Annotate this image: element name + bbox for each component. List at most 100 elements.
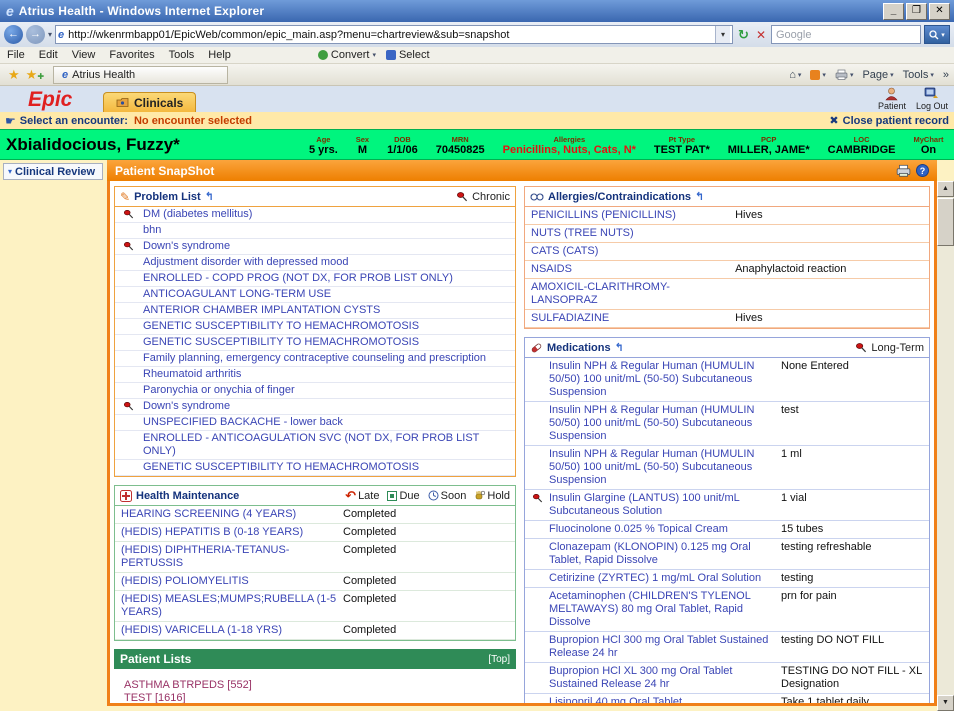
problem-row[interactable]: ENROLLED - ANTICOAGULATION SVC (NOT DX, … — [115, 431, 515, 460]
problem-text[interactable]: Family planning, emergency contraceptive… — [141, 351, 488, 366]
refresh-jump-icon[interactable]: ↰ — [205, 190, 214, 203]
medication-name[interactable]: Cetirizine (ZYRTEC) 1 mg/mL Oral Solutio… — [549, 570, 779, 587]
allergy-agent[interactable]: PENICILLINS (PENICILLINS) — [525, 209, 735, 222]
vertical-scrollbar[interactable]: ▲ ▼ — [937, 181, 954, 711]
problem-row[interactable]: GENETIC SUSCEPTIBILITY TO HEMACHROMOTOSI… — [115, 460, 515, 476]
stop-icon[interactable]: ✕ — [754, 28, 768, 42]
print-snapshot-icon[interactable] — [896, 164, 911, 177]
menu-favorites[interactable]: Favorites — [102, 49, 161, 61]
medication-name[interactable]: Insulin Glargine (LANTUS) 100 unit/mL Su… — [549, 490, 779, 520]
health-maintenance-row[interactable]: (HEDIS) DIPHTHERIA-TETANUS-PERTUSSIS Com… — [115, 542, 515, 573]
problem-text[interactable]: Down's syndrome — [141, 239, 232, 254]
hm-topic[interactable]: (HEDIS) HEPATITIS B (0-18 YEARS) — [115, 526, 343, 539]
problem-text[interactable]: Adjustment disorder with depressed mood — [141, 255, 350, 270]
scroll-up-button[interactable]: ▲ — [937, 181, 954, 197]
allergy-row[interactable]: NUTS (TREE NUTS) — [525, 225, 929, 243]
allergy-row[interactable]: NSAIDS Anaphylactoid reaction — [525, 261, 929, 279]
close-button[interactable]: ✕ — [929, 3, 950, 20]
search-dropdown-icon[interactable]: ▾ — [941, 31, 945, 39]
top-link[interactable]: [Top] — [488, 654, 510, 665]
allergy-row[interactable]: CATS (CATS) — [525, 243, 929, 261]
problem-text[interactable]: ANTERIOR CHAMBER IMPLANTATION CYSTS — [141, 303, 382, 318]
problem-row[interactable]: Paronychia or onychia of finger — [115, 383, 515, 399]
problem-row[interactable]: Down's syndrome — [115, 399, 515, 415]
medication-name[interactable]: Insulin NPH & Regular Human (HUMULIN 50/… — [549, 358, 779, 401]
menu-file[interactable]: File — [0, 49, 32, 61]
feed-button[interactable]: ▾ — [810, 70, 826, 80]
hm-topic[interactable]: (HEDIS) MEASLES;MUMPS;RUBELLA (1-5 YEARS… — [115, 593, 343, 619]
medication-name[interactable]: Bupropion HCl 300 mg Oral Tablet Sustain… — [549, 632, 779, 662]
medication-row[interactable]: Insulin NPH & Regular Human (HUMULIN 50/… — [525, 358, 929, 402]
medication-name[interactable]: Lisinopril 40 mg Oral Tablet — [549, 694, 779, 706]
problem-row[interactable]: GENETIC SUSCEPTIBILITY TO HEMACHROMOTOSI… — [115, 319, 515, 335]
back-button[interactable]: ← — [4, 25, 23, 44]
tab-clinicals[interactable]: Clinicals — [103, 92, 196, 112]
scrollbar-thumb[interactable] — [937, 198, 954, 246]
page-menu-button[interactable]: Page▾ — [862, 69, 893, 81]
problem-row[interactable]: bhn — [115, 223, 515, 239]
history-dropdown-icon[interactable]: ▾ — [48, 30, 52, 39]
problem-row[interactable]: Adjustment disorder with depressed mood — [115, 255, 515, 271]
medication-row[interactable]: Insulin Glargine (LANTUS) 100 unit/mL Su… — [525, 490, 929, 521]
patient-list-item[interactable]: TEST [1616] — [124, 692, 516, 705]
medication-row[interactable]: Insulin NPH & Regular Human (HUMULIN 50/… — [525, 446, 929, 490]
scroll-down-button[interactable]: ▼ — [937, 695, 954, 711]
problem-text[interactable]: GENETIC SUSCEPTIBILITY TO HEMACHROMOTOSI… — [141, 460, 421, 475]
problem-text[interactable]: Down's syndrome — [141, 399, 232, 414]
medication-row[interactable]: Clonazepam (KLONOPIN) 0.125 mg Oral Tabl… — [525, 539, 929, 570]
allergy-agent[interactable]: CATS (CATS) — [525, 245, 735, 258]
allergy-row[interactable]: AMOXICIL-CLARITHROMY-LANSOPRAZ — [525, 279, 929, 310]
health-maintenance-row[interactable]: (HEDIS) MEASLES;MUMPS;RUBELLA (1-5 YEARS… — [115, 591, 515, 622]
problem-row[interactable]: Family planning, emergency contraceptive… — [115, 351, 515, 367]
allergy-agent[interactable]: AMOXICIL-CLARITHROMY-LANSOPRAZ — [525, 281, 735, 307]
refresh-jump-icon[interactable]: ↰ — [695, 190, 704, 203]
convert-button[interactable]: Convert▾ — [318, 49, 376, 61]
restore-button[interactable]: ❐ — [906, 3, 927, 20]
url-text[interactable]: http://wkenrmbapp01/EpicWeb/common/epic_… — [68, 29, 711, 41]
minimize-button[interactable]: _ — [883, 3, 904, 20]
problem-text[interactable]: GENETIC SUSCEPTIBILITY TO HEMACHROMOTOSI… — [141, 335, 421, 350]
refresh-icon[interactable]: ↻ — [736, 27, 751, 43]
medication-row[interactable]: Bupropion HCl 300 mg Oral Tablet Sustain… — [525, 632, 929, 663]
add-favorite-icon[interactable]: ★✚ — [23, 67, 47, 83]
health-maintenance-row[interactable]: (HEDIS) VARICELLA (1-18 YRS) Completed — [115, 622, 515, 640]
help-icon[interactable]: ? — [916, 164, 929, 177]
problem-row[interactable]: GENETIC SUSCEPTIBILITY TO HEMACHROMOTOSI… — [115, 335, 515, 351]
health-maintenance-row[interactable]: (HEDIS) HEPATITIS B (0-18 YEARS) Complet… — [115, 524, 515, 542]
menu-view[interactable]: View — [65, 49, 103, 61]
hm-topic[interactable]: HEARING SCREENING (4 YEARS) — [115, 508, 343, 521]
problem-row[interactable]: UNSPECIFIED BACKACHE - lower back — [115, 415, 515, 431]
allergy-row[interactable]: PENICILLINS (PENICILLINS) Hives — [525, 207, 929, 225]
problem-row[interactable]: ENROLLED - COPD PROG (NOT DX, FOR PROB L… — [115, 271, 515, 287]
patient-list-item[interactable]: TEST [1183] — [124, 705, 516, 706]
favorites-star-icon[interactable]: ★ — [5, 67, 23, 83]
health-maintenance-row[interactable]: HEARING SCREENING (4 YEARS) Completed — [115, 506, 515, 524]
search-input[interactable] — [771, 25, 921, 44]
menu-tools[interactable]: Tools — [162, 49, 202, 61]
allergy-agent[interactable]: SULFADIAZINE — [525, 312, 735, 325]
problem-text[interactable]: ENROLLED - ANTICOAGULATION SVC (NOT DX, … — [141, 431, 515, 459]
sidebar-item-clinical-review[interactable]: ▾ Clinical Review — [3, 163, 103, 180]
problem-row[interactable]: DM (diabetes mellitus) — [115, 207, 515, 223]
address-dropdown-icon[interactable]: ▾ — [715, 26, 730, 43]
problem-text[interactable]: Rheumatoid arthritis — [141, 367, 243, 382]
address-field[interactable]: e http://wkenrmbapp01/EpicWeb/common/epi… — [55, 25, 733, 44]
home-button[interactable]: ⌂▾ — [789, 69, 801, 81]
encounter-label[interactable]: Select an encounter: — [20, 115, 128, 127]
problem-text[interactable]: DM (diabetes mellitus) — [141, 207, 254, 222]
menu-help[interactable]: Help — [201, 49, 238, 61]
problem-text[interactable]: ENROLLED - COPD PROG (NOT DX, FOR PROB L… — [141, 271, 455, 286]
hm-topic[interactable]: (HEDIS) POLIOMYELITIS — [115, 575, 343, 588]
medication-row[interactable]: Fluocinolone 0.025 % Topical Cream 15 tu… — [525, 521, 929, 539]
medication-row[interactable]: Cetirizine (ZYRTEC) 1 mg/mL Oral Solutio… — [525, 570, 929, 588]
medication-name[interactable]: Clonazepam (KLONOPIN) 0.125 mg Oral Tabl… — [549, 539, 779, 569]
medication-name[interactable]: Acetaminophen (CHILDREN'S TYLENOL MELTAW… — [549, 588, 779, 631]
problem-text[interactable]: ANTICOAGULANT LONG-TERM USE — [141, 287, 333, 302]
health-maintenance-row[interactable]: (HEDIS) POLIOMYELITIS Completed — [115, 573, 515, 591]
menu-edit[interactable]: Edit — [32, 49, 65, 61]
medication-name[interactable]: Insulin NPH & Regular Human (HUMULIN 50/… — [549, 446, 779, 489]
forward-button[interactable]: → — [26, 25, 45, 44]
medication-name[interactable]: Fluocinolone 0.025 % Topical Cream — [549, 521, 779, 538]
problem-row[interactable]: ANTICOAGULANT LONG-TERM USE — [115, 287, 515, 303]
problem-row[interactable]: ANTERIOR CHAMBER IMPLANTATION CYSTS — [115, 303, 515, 319]
